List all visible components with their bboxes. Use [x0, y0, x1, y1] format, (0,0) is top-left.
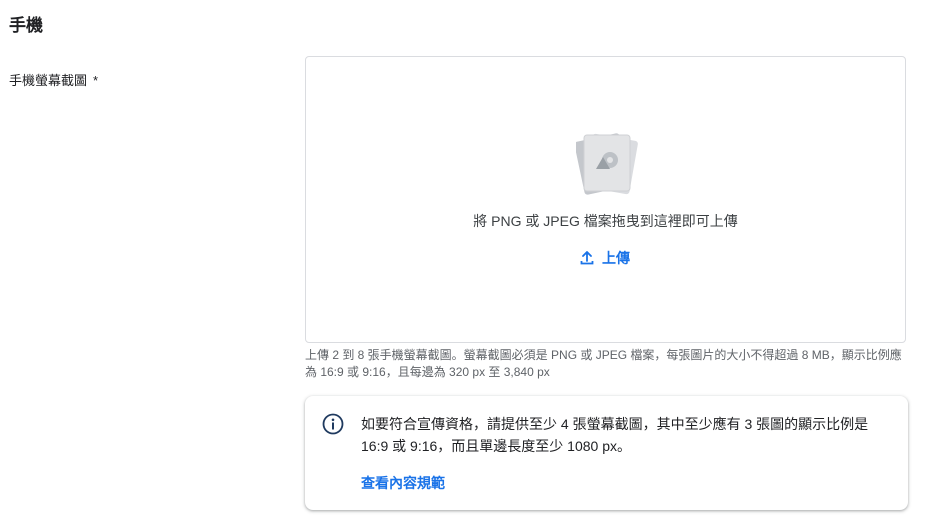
- image-placeholder-icon: [576, 133, 638, 195]
- info-card-text: 如要符合宣傳資格，請提供至少 4 張螢幕截圖，其中至少應有 3 張圖的顯示比例是…: [361, 416, 869, 454]
- section-title: 手機: [9, 16, 43, 35]
- upload-helper-text: 上傳 2 到 8 張手機螢幕截圖。螢幕截圖必須是 PNG 或 JPEG 檔案，每…: [305, 348, 902, 379]
- required-mark: *: [93, 73, 99, 88]
- upload-icon: [580, 251, 594, 265]
- field-label-text: 手機螢幕截圖: [9, 73, 88, 88]
- screenshot-field-label: 手機螢幕截圖 *: [9, 70, 98, 89]
- view-content-guidelines-link[interactable]: 查看內容規範: [361, 473, 445, 493]
- upload-button-label: 上傳: [602, 250, 630, 266]
- promotion-info-card: 如要符合宣傳資格，請提供至少 4 張螢幕截圖，其中至少應有 3 張圖的顯示比例是…: [305, 396, 908, 510]
- dropzone-instruction: 將 PNG 或 JPEG 檔案拖曳到這裡即可上傳: [473, 213, 738, 229]
- upload-button[interactable]: 上傳: [580, 248, 630, 268]
- info-icon: [322, 413, 344, 435]
- screenshot-dropzone[interactable]: 將 PNG 或 JPEG 檔案拖曳到這裡即可上傳 上傳: [305, 56, 906, 343]
